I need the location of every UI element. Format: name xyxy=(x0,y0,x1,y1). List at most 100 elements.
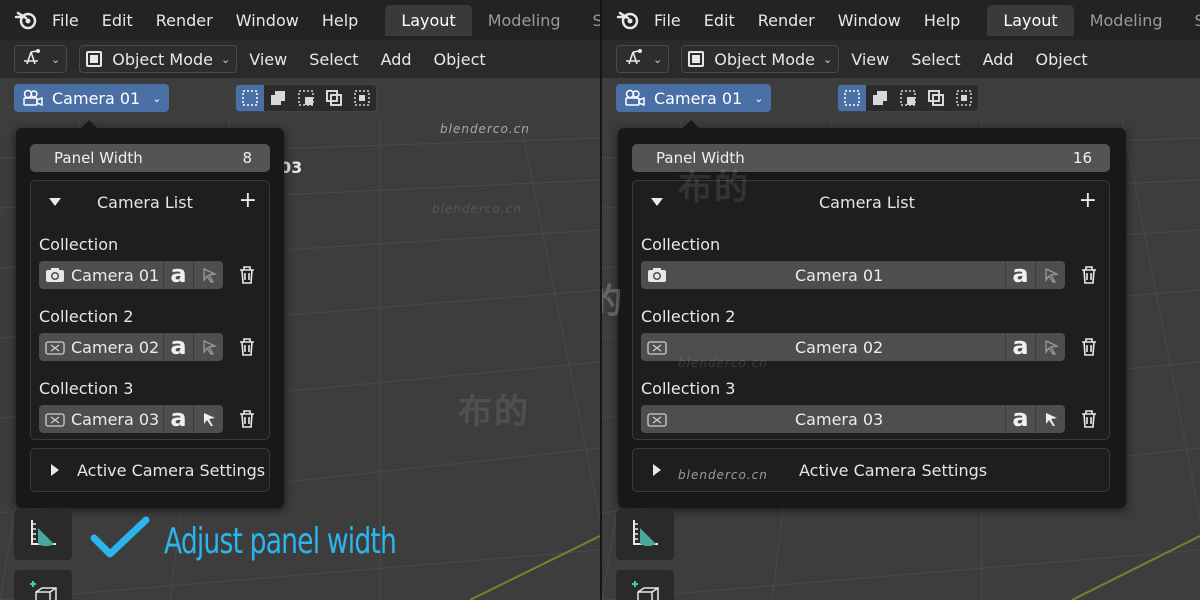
camera-list-popover: Panel Width 8 Camera List + Collection C… xyxy=(16,120,284,508)
add-camera-icon[interactable]: + xyxy=(1079,188,1097,213)
cursor-arrow-icon[interactable] xyxy=(193,333,223,361)
font-a-icon[interactable]: a xyxy=(163,405,193,433)
font-a-icon[interactable]: a xyxy=(163,333,193,361)
collection-label: Collection 2 xyxy=(39,307,134,326)
select-difference-icon[interactable] xyxy=(320,85,348,111)
collection-label: Collection 3 xyxy=(641,379,736,398)
camera-name-field[interactable]: Camera 02 xyxy=(39,333,163,361)
editor-type-button[interactable]: ⌄ xyxy=(14,45,68,73)
select-intersect-icon[interactable] xyxy=(950,85,978,111)
measure-tool-button[interactable] xyxy=(14,510,72,560)
watermark-cjk: 布的 xyxy=(678,168,750,208)
trash-icon[interactable] xyxy=(237,407,257,431)
selection-mode-group xyxy=(837,84,980,112)
select-new-icon[interactable] xyxy=(838,85,867,111)
menu-select[interactable]: Select xyxy=(911,50,960,69)
menu-render[interactable]: Render xyxy=(156,11,213,30)
add-cube-icon xyxy=(28,578,58,600)
font-a-icon[interactable]: a xyxy=(1005,405,1035,433)
camera-list-header[interactable]: Camera List + xyxy=(31,181,269,223)
watermark-cjk: 布的 xyxy=(458,392,530,432)
select-difference-icon[interactable] xyxy=(922,85,950,111)
select-extend-icon[interactable] xyxy=(264,85,292,111)
cursor-arrow-icon[interactable] xyxy=(1035,333,1065,361)
panel-width-field[interactable]: Panel Width 8 xyxy=(30,144,270,172)
active-camera-settings-header[interactable]: Active Camera Settings xyxy=(31,449,269,491)
add-cube-icon xyxy=(630,578,660,600)
tab-sculpting[interactable]: Scul xyxy=(1178,5,1200,36)
menu-add[interactable]: Add xyxy=(381,50,412,69)
camera-name-field[interactable]: Camera 03 xyxy=(39,405,163,433)
menu-select[interactable]: Select xyxy=(309,50,358,69)
camera-name: Camera 01 xyxy=(71,265,160,285)
tab-sculpting[interactable]: Scul xyxy=(576,5,600,36)
menu-add[interactable]: Add xyxy=(983,50,1014,69)
collapse-arrow-icon xyxy=(49,198,61,206)
watermark-text: blenderco.cn xyxy=(432,202,522,216)
camera-selector-dropdown[interactable]: Camera 01 ⌄ xyxy=(616,84,772,112)
menu-help[interactable]: Help xyxy=(924,11,960,30)
chevron-down-icon: ⌄ xyxy=(823,52,833,66)
mode-dropdown[interactable]: Object Mode ⌄ xyxy=(681,45,840,73)
menu-edit[interactable]: Edit xyxy=(704,11,735,30)
watermark-text: blenderco.cn xyxy=(678,356,768,370)
camera-name: Camera 02 xyxy=(795,337,884,357)
camera-row-1: Camera 01 a xyxy=(641,261,1099,289)
menu-edit[interactable]: Edit xyxy=(102,11,133,30)
caption-text: Adjust panel width xyxy=(164,520,397,562)
trash-icon[interactable] xyxy=(1079,263,1099,287)
add-camera-icon[interactable]: + xyxy=(239,188,257,213)
select-subtract-icon[interactable] xyxy=(292,85,320,111)
select-subtract-icon[interactable] xyxy=(894,85,922,111)
cursor-arrow-icon[interactable] xyxy=(1035,261,1065,289)
menu-help[interactable]: Help xyxy=(322,11,358,30)
camera-name-field[interactable]: Camera 01 xyxy=(39,261,163,289)
panel-width-value: 8 xyxy=(242,149,252,167)
tab-modeling[interactable]: Modeling xyxy=(472,5,577,36)
add-cube-tool-button[interactable] xyxy=(616,570,674,600)
collection-label: Collection 2 xyxy=(641,307,736,326)
cursor-arrow-icon[interactable] xyxy=(193,261,223,289)
font-a-icon[interactable]: a xyxy=(1005,261,1035,289)
select-extend-icon[interactable] xyxy=(866,85,894,111)
measure-tool-button[interactable] xyxy=(616,510,674,560)
menu-window[interactable]: Window xyxy=(838,11,901,30)
editor-type-button[interactable]: ⌄ xyxy=(616,45,670,73)
font-a-icon[interactable]: a xyxy=(1005,333,1035,361)
camera-name-field[interactable]: Camera 01 xyxy=(641,261,1005,289)
trash-icon[interactable] xyxy=(1079,335,1099,359)
trash-icon[interactable] xyxy=(237,263,257,287)
add-cube-tool-button[interactable] xyxy=(14,570,72,600)
cursor-arrow-active-icon[interactable] xyxy=(193,405,223,433)
menu-view[interactable]: View xyxy=(249,50,287,69)
menu-window[interactable]: Window xyxy=(236,11,299,30)
select-intersect-icon[interactable] xyxy=(348,85,376,111)
expand-arrow-icon xyxy=(653,464,661,476)
menu-view[interactable]: View xyxy=(851,50,889,69)
tab-modeling[interactable]: Modeling xyxy=(1074,5,1179,36)
camera-selector-dropdown[interactable]: Camera 01 ⌄ xyxy=(14,84,170,112)
camera-list-title: Camera List xyxy=(97,192,193,212)
camera-name-field[interactable]: Camera 03 xyxy=(641,405,1005,433)
mode-dropdown[interactable]: Object Mode ⌄ xyxy=(79,45,238,73)
menu-object[interactable]: Object xyxy=(434,50,486,69)
menu-file[interactable]: File xyxy=(654,11,681,30)
menu-render[interactable]: Render xyxy=(758,11,815,30)
object-mode-icon xyxy=(688,51,705,67)
trash-icon[interactable] xyxy=(237,335,257,359)
trash-icon[interactable] xyxy=(1079,407,1099,431)
cursor-arrow-active-icon[interactable] xyxy=(1035,405,1065,433)
menu-object[interactable]: Object xyxy=(1036,50,1088,69)
selection-mode-group xyxy=(235,84,378,112)
blender-logo-icon[interactable] xyxy=(14,7,38,33)
tab-layout[interactable]: Layout xyxy=(385,4,472,36)
camera-selector-icon xyxy=(624,89,646,107)
font-a-icon[interactable]: a xyxy=(163,261,193,289)
blender-window-left: File Edit Render Window Help Layout Mode… xyxy=(0,0,600,600)
select-new-icon[interactable] xyxy=(236,85,265,111)
panel-width-value: 16 xyxy=(1072,149,1092,167)
active-camera-settings-section[interactable]: Active Camera Settings xyxy=(30,448,270,492)
blender-logo-icon[interactable] xyxy=(616,7,640,33)
tab-layout[interactable]: Layout xyxy=(987,4,1074,36)
menu-file[interactable]: File xyxy=(52,11,79,30)
